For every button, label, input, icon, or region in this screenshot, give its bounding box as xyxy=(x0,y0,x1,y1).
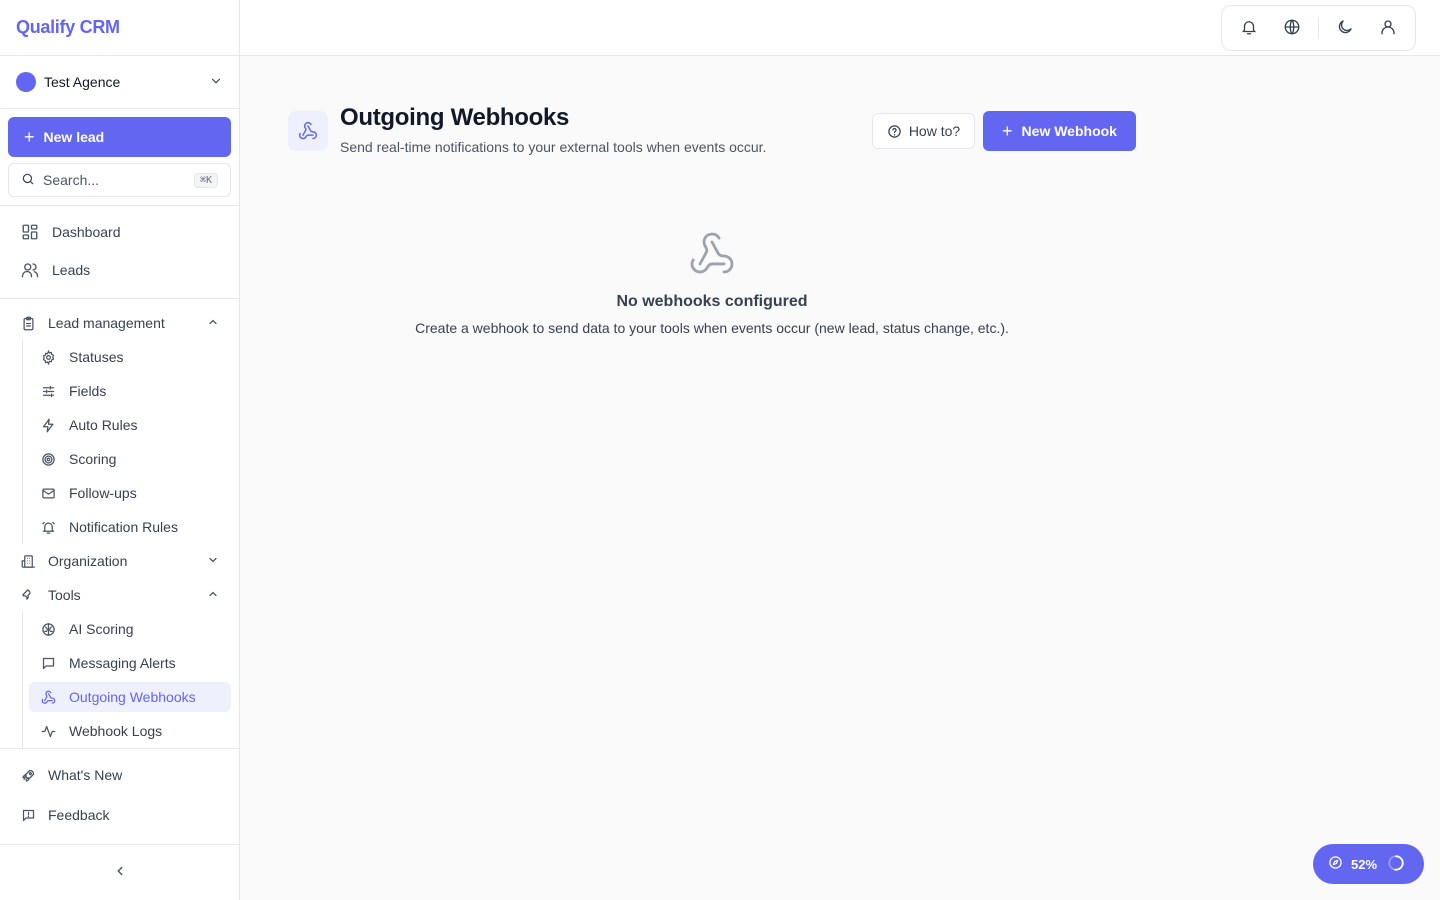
nav-messaging-alerts[interactable]: Messaging Alerts xyxy=(29,648,231,678)
language-button[interactable] xyxy=(1273,9,1310,47)
page-title: Outgoing Webhooks xyxy=(340,104,570,131)
nav-dashboard[interactable]: Dashboard xyxy=(8,215,231,249)
nav-fields[interactable]: Fields xyxy=(29,376,231,406)
nav-label: Messaging Alerts xyxy=(69,655,176,671)
nav-scoring[interactable]: Scoring xyxy=(29,444,231,474)
notifications-button[interactable] xyxy=(1230,9,1267,47)
empty-state-title: No webhooks configured xyxy=(616,293,808,310)
webhook-icon xyxy=(40,689,56,705)
nav-outgoing-webhooks[interactable]: Outgoing Webhooks xyxy=(29,682,231,712)
nav-label: Webhook Logs xyxy=(69,723,163,739)
feedback-icon xyxy=(20,807,36,823)
nav-label: Dashboard xyxy=(52,224,121,240)
globe-icon xyxy=(1283,18,1301,39)
search-input[interactable]: Search... ⌘K xyxy=(8,163,231,197)
collapse-sidebar-button[interactable] xyxy=(0,844,239,900)
message-icon xyxy=(40,655,56,671)
topbar xyxy=(240,0,1440,56)
empty-state-description: Create a webhook to send data to your to… xyxy=(415,320,1009,336)
theme-toggle-button[interactable] xyxy=(1327,9,1364,47)
chevron-down-icon xyxy=(209,74,223,91)
gear-icon xyxy=(40,349,56,365)
sliders-icon xyxy=(40,383,56,399)
nav-feedback[interactable]: Feedback xyxy=(8,798,231,832)
nav-label: Statuses xyxy=(69,349,124,365)
nav-label: AI Scoring xyxy=(69,621,134,637)
users-icon xyxy=(20,260,40,280)
section-label: Organization xyxy=(48,553,128,569)
page-subtitle: Send real-time notifications to your ext… xyxy=(340,139,767,155)
tree-line xyxy=(22,340,23,544)
nav-label: Notification Rules xyxy=(69,519,178,535)
org-avatar xyxy=(16,72,36,92)
moon-icon xyxy=(1336,18,1354,39)
plus-icon: + xyxy=(1002,121,1013,141)
nav-notification-rules[interactable]: Notification Rules xyxy=(29,512,231,542)
activity-icon xyxy=(40,723,56,739)
nav-label: Scoring xyxy=(69,451,117,467)
divider xyxy=(0,205,239,206)
how-to-button[interactable]: How to? xyxy=(872,113,975,149)
building-icon xyxy=(20,553,36,569)
chevron-down-icon xyxy=(207,554,219,569)
nav-statuses[interactable]: Statuses xyxy=(29,342,231,372)
new-webhook-button[interactable]: + New Webhook xyxy=(983,111,1136,151)
webhook-icon xyxy=(688,230,736,278)
target-icon xyxy=(40,451,56,467)
bell-icon xyxy=(1240,18,1258,39)
topbar-actions xyxy=(1221,5,1416,51)
nav-label: Leads xyxy=(52,262,91,278)
new-lead-button[interactable]: + New lead xyxy=(8,117,231,157)
mail-icon xyxy=(40,485,56,501)
nav-label: What's New xyxy=(48,767,123,783)
profile-button[interactable] xyxy=(1370,9,1407,47)
divider xyxy=(0,748,239,749)
wrench-icon xyxy=(20,587,36,603)
dashboard-icon xyxy=(20,222,40,242)
compass-icon xyxy=(1328,855,1343,873)
nav-label: Outgoing Webhooks xyxy=(69,689,196,705)
nav-label: Fields xyxy=(69,383,107,399)
brain-icon xyxy=(40,621,56,637)
nav-ai-scoring[interactable]: AI Scoring xyxy=(29,614,231,644)
nav-leads[interactable]: Leads xyxy=(8,253,231,287)
nav-label: Follow-ups xyxy=(69,485,137,501)
plus-icon: + xyxy=(24,127,35,147)
rocket-icon xyxy=(20,767,36,783)
tree-line xyxy=(22,612,23,748)
new-lead-label: New lead xyxy=(43,129,105,145)
section-organization[interactable]: Organization xyxy=(8,544,231,578)
chevron-left-icon xyxy=(113,864,127,881)
nav-follow-ups[interactable]: Follow-ups xyxy=(29,478,231,508)
nav-whats-new[interactable]: What's New xyxy=(8,758,231,792)
org-switcher[interactable]: Test Agence xyxy=(0,56,239,109)
progress-label: 52% xyxy=(1351,856,1378,872)
section-label: Tools xyxy=(48,587,81,603)
user-icon xyxy=(1379,18,1397,39)
search-placeholder: Search... xyxy=(43,172,100,188)
lightning-icon xyxy=(40,417,56,433)
search-shortcut: ⌘K xyxy=(193,172,218,188)
app-logo[interactable]: Qualify CRM xyxy=(0,0,239,56)
nav-webhook-logs[interactable]: Webhook Logs xyxy=(29,716,231,746)
separator xyxy=(1318,17,1319,39)
search-icon xyxy=(21,172,35,189)
chevron-up-icon xyxy=(207,588,219,603)
progress-widget[interactable]: 52% xyxy=(1313,844,1424,884)
new-webhook-label: New Webhook xyxy=(1021,123,1117,139)
bell-ring-icon xyxy=(40,519,56,535)
nav-label: Auto Rules xyxy=(69,417,138,433)
nav-label: Feedback xyxy=(48,807,110,823)
section-tools[interactable]: Tools xyxy=(8,578,231,612)
help-circle-icon xyxy=(887,124,902,139)
webhook-icon xyxy=(288,111,328,151)
progress-ring xyxy=(1387,854,1405,875)
org-name: Test Agence xyxy=(44,74,121,90)
sidebar: Qualify CRM Test Agence + New lead Searc… xyxy=(0,0,240,900)
how-to-label: How to? xyxy=(908,123,961,139)
nav-auto-rules[interactable]: Auto Rules xyxy=(29,410,231,440)
